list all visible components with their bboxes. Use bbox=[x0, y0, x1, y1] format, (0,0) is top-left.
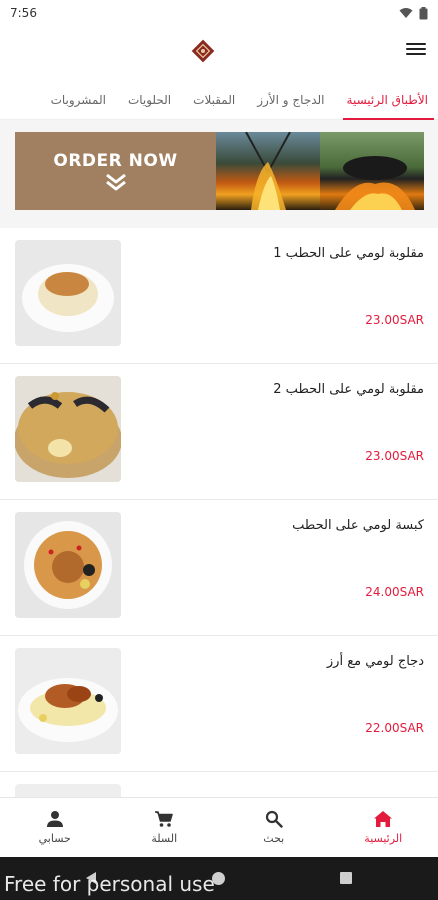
nav-search[interactable]: بحث bbox=[229, 810, 319, 845]
nav-account[interactable]: حسابي bbox=[10, 810, 100, 845]
tab-desserts[interactable]: الحلويات bbox=[128, 80, 171, 120]
product-price: 24.00SAR bbox=[365, 585, 424, 599]
tab-drinks[interactable]: المشروبات bbox=[51, 80, 106, 120]
product-image bbox=[15, 784, 121, 797]
product-price: 23.00SAR bbox=[365, 313, 424, 327]
product-image bbox=[15, 512, 121, 618]
tab-main-dishes[interactable]: الأطباق الرئيسية bbox=[342, 80, 435, 120]
search-icon bbox=[265, 810, 283, 828]
banner-text-panel: ORDER NOW bbox=[15, 132, 216, 210]
list-item[interactable]: مقلوبة لومي على الحطب 1 23.00SAR bbox=[0, 228, 438, 364]
category-tabs: الأطباق الرئيسية الدجاج و الأرز المقبلات… bbox=[0, 80, 438, 120]
content-area: ORDER NOW مقلوبة لومي على الحطب 1 23.00S… bbox=[0, 120, 438, 797]
product-name: مقلوبة لومي على الحطب 2 bbox=[273, 382, 424, 397]
banner-text: ORDER NOW bbox=[53, 151, 178, 171]
home-icon bbox=[374, 811, 393, 827]
nav-home[interactable]: الرئيسية bbox=[338, 810, 428, 845]
product-name: كبسة لومي على الحطب bbox=[292, 518, 424, 533]
nav-cart[interactable]: السلة bbox=[119, 810, 209, 845]
nav-account-label: حسابي bbox=[38, 832, 71, 845]
tab-chicken-rice[interactable]: الدجاج و الأرز bbox=[257, 80, 324, 120]
product-price: 23.00SAR bbox=[365, 449, 424, 463]
product-image bbox=[15, 376, 121, 482]
banner-pot-image bbox=[320, 132, 424, 210]
product-price: 22.00SAR bbox=[365, 721, 424, 735]
tab-appetizers[interactable]: المقبلات bbox=[193, 80, 235, 120]
hamburger-menu-icon[interactable] bbox=[406, 39, 426, 59]
nav-search-label: بحث bbox=[263, 832, 285, 845]
nav-home-label: الرئيسية bbox=[364, 832, 403, 845]
cart-icon bbox=[155, 811, 174, 827]
status-bar: 7:56 bbox=[0, 0, 438, 26]
product-list: مقلوبة لومي على الحطب 1 23.00SAR مقلوبة … bbox=[0, 228, 438, 797]
list-item[interactable]: دجاج لومي مع أرز 22.00SAR bbox=[0, 636, 438, 772]
list-item[interactable]: مقلوبة لومي على الحطب 2 23.00SAR bbox=[0, 364, 438, 500]
user-icon bbox=[46, 811, 63, 827]
recents-icon[interactable] bbox=[339, 871, 353, 885]
product-name: دجاج لومي مع أرز bbox=[326, 654, 424, 669]
product-name: مقلوبة لومي على الحطب 1 bbox=[273, 246, 424, 261]
restaurant-logo[interactable] bbox=[184, 32, 222, 70]
list-item-partial[interactable] bbox=[0, 772, 438, 797]
order-now-banner[interactable]: ORDER NOW bbox=[15, 132, 424, 210]
bottom-navigation: الرئيسية بحث السلة حسابي bbox=[0, 797, 438, 857]
battery-icon bbox=[419, 6, 428, 19]
app-header bbox=[0, 26, 438, 76]
double-chevron-down-icon bbox=[105, 173, 126, 191]
status-icons bbox=[399, 6, 428, 20]
wifi-icon bbox=[399, 8, 413, 18]
watermark-text: Free for personal use bbox=[4, 872, 215, 896]
banner-fire-image bbox=[216, 132, 320, 210]
status-time: 7:56 bbox=[10, 6, 37, 20]
product-image bbox=[15, 240, 121, 346]
product-image bbox=[15, 648, 121, 754]
nav-cart-label: السلة bbox=[151, 832, 178, 845]
list-item[interactable]: كبسة لومي على الحطب 24.00SAR bbox=[0, 500, 438, 636]
